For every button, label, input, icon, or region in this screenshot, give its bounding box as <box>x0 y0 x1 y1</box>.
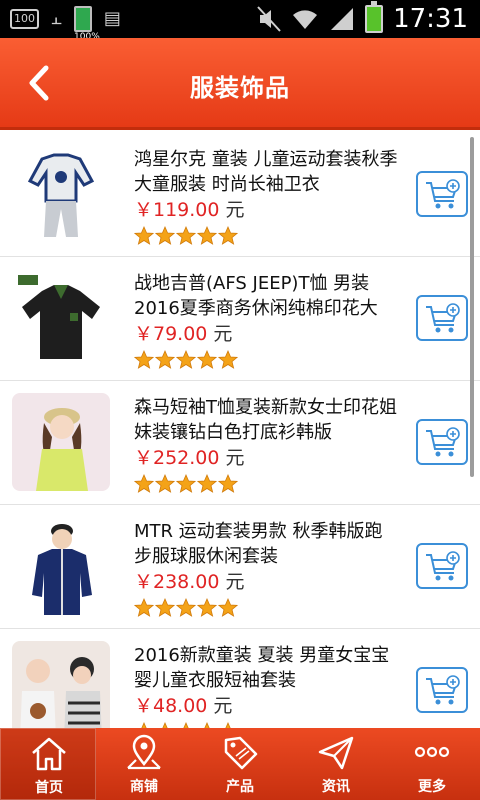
add-to-cart-button[interactable] <box>416 171 468 217</box>
add-to-cart-icon <box>426 675 460 705</box>
product-price: ￥238.00 <box>134 571 220 593</box>
product-name: 战地吉普(AFS JEEP)T恤 男装2016夏季商务休闲纯棉印花大 <box>134 273 378 319</box>
nav-item-shops[interactable]: 商铺 <box>96 728 192 800</box>
add-to-cart-button[interactable] <box>416 667 468 713</box>
price-row: ￥48.00 元 <box>134 693 232 719</box>
star-icon <box>176 350 196 369</box>
star-icon <box>197 598 217 617</box>
home-icon <box>32 737 66 771</box>
sale-tag-icon <box>224 736 258 770</box>
product-price: ￥79.00 <box>134 323 208 345</box>
price-unit: 元 <box>213 695 233 717</box>
star-icon <box>155 350 175 369</box>
product-name: 2016新款童装 夏装 男童女宝宝婴儿童衣服短袖套装 <box>134 645 390 691</box>
price-row: ￥79.00 元 <box>134 321 232 347</box>
product-list[interactable]: 鸿星尔克 童装 儿童运动套装秋季大童服装 时尚长袖卫衣 ￥119.00 元 战地… <box>0 133 480 728</box>
wifi-icon <box>293 10 318 29</box>
price-unit: 元 <box>225 447 245 469</box>
product-price: ￥48.00 <box>134 695 208 717</box>
add-to-cart-icon <box>426 551 460 581</box>
star-icon <box>218 598 238 617</box>
star-icon <box>176 226 196 245</box>
star-icon <box>197 350 217 369</box>
rating-stars <box>134 474 238 494</box>
rating-stars <box>134 226 238 246</box>
rating-stars <box>134 350 238 370</box>
star-icon <box>218 226 238 245</box>
nav-label: 产品 <box>226 779 254 795</box>
star-icon <box>176 474 196 493</box>
signal-icon <box>331 8 354 30</box>
map-pin-icon <box>127 734 161 770</box>
more-dots-icon <box>414 746 450 758</box>
star-icon <box>155 226 175 245</box>
star-icon <box>155 598 175 617</box>
product-item[interactable]: 森马短袖T恤夏装新款女士印花姐妹装镶钻白色打底衫韩版 ￥252.00 元 <box>0 381 480 505</box>
product-item[interactable]: 战地吉普(AFS JEEP)T恤 男装2016夏季商务休闲纯棉印花大 ￥79.0… <box>0 257 480 381</box>
star-icon <box>197 474 217 493</box>
product-image <box>12 145 110 243</box>
clock-time: 17:31 <box>393 4 468 34</box>
star-icon <box>155 474 175 493</box>
star-icon <box>134 598 154 617</box>
usb-icon: ⫠ <box>51 8 62 29</box>
nav-item-more[interactable]: 更多 <box>384 728 480 800</box>
product-item[interactable]: 鸿星尔克 童装 儿童运动套装秋季大童服装 时尚长袖卫衣 ￥119.00 元 <box>0 133 480 257</box>
add-to-cart-button[interactable] <box>416 295 468 341</box>
battery-saver-icon: 100 <box>10 9 39 29</box>
product-name: MTR 运动套装男款 秋季韩版跑步服球服休闲套装 <box>134 521 383 567</box>
bottom-nav: 首页 商铺 产品 资讯 更多 <box>0 728 480 800</box>
page-title: 服装饰品 <box>190 74 290 102</box>
battery-icon <box>365 1 384 33</box>
product-item[interactable]: MTR 运动套装男款 秋季韩版跑步服球服休闲套装 ￥238.00 元 <box>0 505 480 629</box>
app-header: 服装饰品 <box>0 38 480 130</box>
product-image <box>12 393 110 491</box>
star-icon <box>134 350 154 369</box>
nav-label: 商铺 <box>130 779 158 795</box>
product-price: ￥252.00 <box>134 447 220 469</box>
product-image <box>12 641 110 728</box>
star-icon <box>218 350 238 369</box>
nav-label: 更多 <box>418 779 446 795</box>
product-image <box>12 269 110 367</box>
status-bar: 100 ⫠ 100% ▤ 17:31 <box>0 0 480 42</box>
price-row: ￥252.00 元 <box>134 445 245 471</box>
product-item[interactable]: 2016新款童装 夏装 男童女宝宝婴儿童衣服短袖套装 ￥48.00 元 <box>0 629 480 728</box>
mute-icon <box>257 6 281 32</box>
nav-item-news[interactable]: 资讯 <box>288 728 384 800</box>
rating-stars <box>134 598 238 618</box>
star-icon <box>218 474 238 493</box>
add-to-cart-button[interactable] <box>416 419 468 465</box>
nav-item-products[interactable]: 产品 <box>192 728 288 800</box>
product-name: 森马短袖T恤夏装新款女士印花姐妹装镶钻白色打底衫韩版 <box>134 397 397 443</box>
price-row: ￥238.00 元 <box>134 569 245 595</box>
list-scrollbar[interactable] <box>470 137 474 477</box>
send-icon <box>318 736 354 770</box>
add-to-cart-button[interactable] <box>416 543 468 589</box>
star-icon <box>134 474 154 493</box>
price-unit: 元 <box>213 323 233 345</box>
add-to-cart-icon <box>426 179 460 209</box>
nav-label: 首页 <box>35 780 63 796</box>
product-name: 鸿星尔克 童装 儿童运动套装秋季大童服装 时尚长袖卫衣 <box>134 149 398 195</box>
product-image <box>12 517 110 615</box>
clipboard-icon: ▤ <box>103 8 121 29</box>
nav-label: 资讯 <box>322 779 350 795</box>
price-row: ￥119.00 元 <box>134 197 245 223</box>
price-unit: 元 <box>225 571 245 593</box>
nav-item-home[interactable]: 首页 <box>0 728 96 800</box>
star-icon <box>197 226 217 245</box>
star-icon <box>134 226 154 245</box>
price-unit: 元 <box>225 199 245 221</box>
add-to-cart-icon <box>426 303 460 333</box>
battery-widget-icon: 100% <box>73 6 100 42</box>
add-to-cart-icon <box>426 427 460 457</box>
product-price: ￥119.00 <box>134 199 220 221</box>
star-icon <box>176 598 196 617</box>
app-screen: 100 ⫠ 100% ▤ 17:31 服装饰品 鸿星尔克 童装 儿童运动套装秋季… <box>0 0 480 800</box>
